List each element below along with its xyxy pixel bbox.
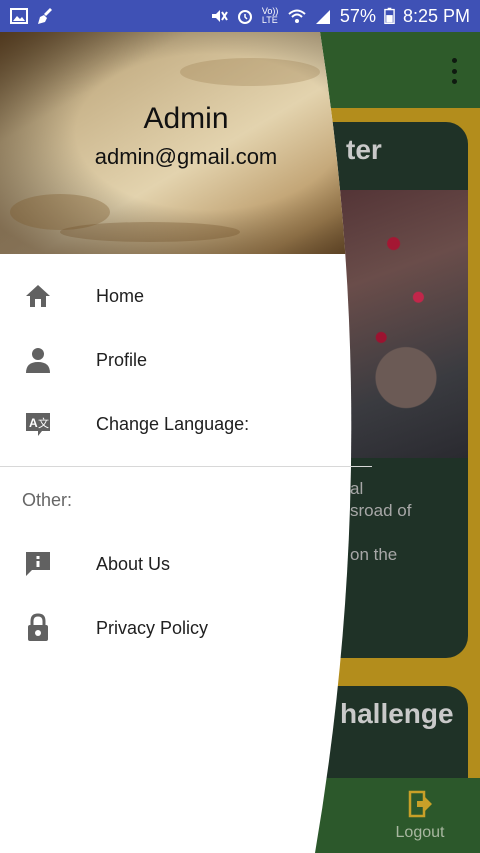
menu-item-label: Profile [96,349,148,370]
broom-notification-icon [38,8,52,24]
status-bar: Vo)) LTE 57% 8:25 PM [0,0,480,32]
gallery-notification-icon [10,8,28,24]
menu-item-label: Change Language: [96,413,250,434]
home-icon [23,281,53,311]
alarm-icon [237,10,252,24]
wifi-icon [288,9,306,23]
status-left [10,8,54,24]
mute-icon [211,10,228,22]
overflow-menu-icon[interactable] [452,58,458,84]
svg-text:文: 文 [38,416,49,430]
navigation-drawer: Admin admin@gmail.com Home Profile A文 Ch… [0,32,380,853]
menu-item-home[interactable]: Home [0,268,340,324]
battery-percent: 57% [339,5,376,26]
translate-icon: A文 [23,409,53,439]
volte-indicator: Vo)) LTE [261,6,279,25]
logout-button[interactable]: Logout [380,778,460,853]
menu-item-label: Home [96,285,145,306]
person-icon [23,345,53,375]
user-name: Admin [143,102,229,135]
user-email: admin@gmail.com [94,144,278,169]
menu-item-profile[interactable]: Profile [0,332,340,388]
menu-item-change-language[interactable]: A文 Change Language: [0,396,340,452]
menu-item-privacy-policy[interactable]: Privacy Policy [0,600,340,656]
menu-item-label: About Us [96,553,171,574]
logout-label: Logout [395,823,445,841]
logout-icon [408,790,432,817]
menu-item-about-us[interactable]: About Us [0,536,340,592]
menu-divider [0,466,372,467]
lock-icon [23,613,53,643]
status-right: Vo)) LTE 57% 8:25 PM [210,6,470,27]
clock: 8:25 PM [402,5,470,26]
menu-item-label: Privacy Policy [96,617,209,638]
info-message-icon [23,549,53,579]
drawer-header[interactable]: Admin admin@gmail.com [0,32,380,254]
signal-icon [315,10,330,24]
svg-text:A: A [29,416,38,430]
section-title-other: Other: [22,490,73,510]
battery-icon [384,7,395,25]
